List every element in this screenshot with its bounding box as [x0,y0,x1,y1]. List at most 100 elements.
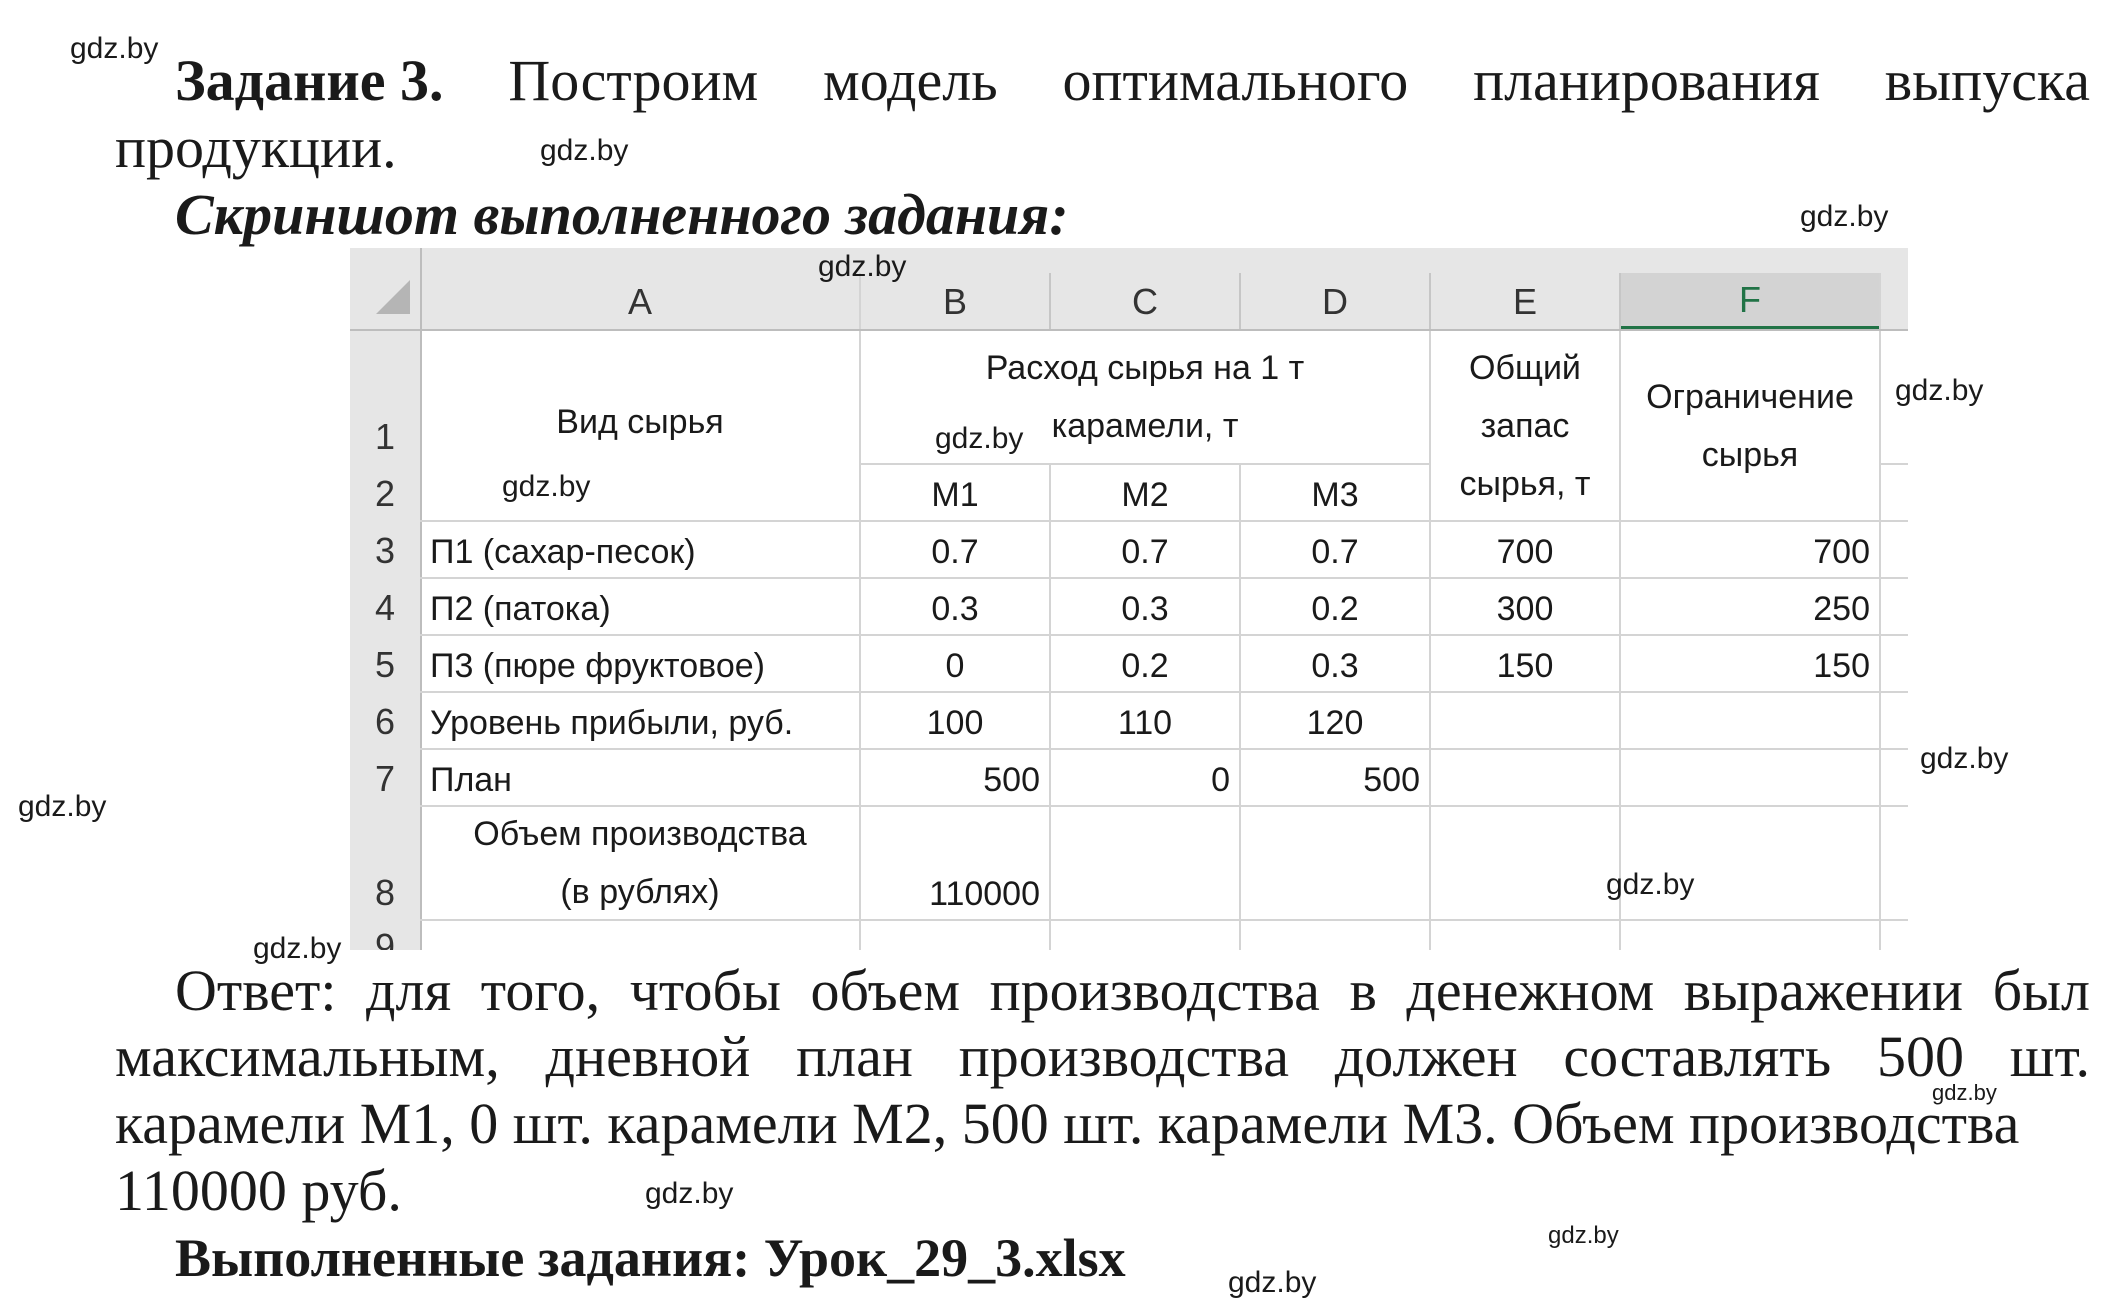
task-word: планирования [1473,48,1820,113]
cell-e6[interactable] [1430,692,1620,749]
answer-word: производства [958,1024,1289,1089]
column-header-d[interactable]: D [1240,273,1430,330]
answer-line4: 110000 руб. [115,1158,402,1223]
cell-a6[interactable]: Уровень прибыли, руб. [420,692,860,749]
cell-d7[interactable]: 500 [1240,749,1430,806]
row8-label-line1: Объем производства [473,815,807,853]
column-header-e[interactable]: E [1430,273,1620,330]
task-word: оптимального [1062,48,1409,113]
cell-b4[interactable]: 0.3 [860,578,1050,635]
cell-b2-m1[interactable]: М1 [860,464,1050,521]
row-header-5[interactable]: 5 [350,635,420,692]
answer-line1: Ответ: для того, чтобы объем производств… [175,958,2090,1024]
cell-a3[interactable]: П1 (сахар-песок) [420,521,860,578]
row-header-2[interactable]: 2 [350,464,420,521]
cell-b3[interactable]: 0.7 [860,521,1050,578]
row-header-3[interactable]: 3 [350,521,420,578]
watermark: gdz.by [1800,200,1889,233]
cell-f7[interactable] [1620,749,1880,806]
column-header-c[interactable]: C [1050,273,1240,330]
watermark: gdz.by [1548,1222,1619,1249]
header-ogr-line1: Ограничение [1646,377,1854,416]
header-ogr-line2: сырья [1701,435,1799,474]
cell-e4[interactable]: 300 [1430,578,1620,635]
cell-d6[interactable]: 120 [1240,692,1430,749]
watermark: gdz.by [1228,1266,1317,1299]
column-header-f[interactable]: F [1620,273,1880,330]
cell-c3[interactable]: 0.7 [1050,521,1240,578]
cell-d5[interactable]: 0.3 [1240,635,1430,692]
cell-e3[interactable]: 700 [1430,521,1620,578]
watermark: gdz.by [540,134,629,167]
header-rashod-line2: карамели, т [1051,407,1239,445]
grid-line [1429,273,1431,330]
cell-a4[interactable]: П2 (патока) [420,578,860,635]
grid-line [1880,463,1908,465]
answer-word: максимальным, [115,1024,500,1089]
watermark: gdz.by [1932,1080,1997,1105]
cell-f5[interactable]: 150 [1620,635,1880,692]
watermark: gdz.by [645,1177,734,1210]
watermark: gdz.by [1920,742,2009,775]
cell-d3[interactable]: 0.7 [1240,521,1430,578]
watermark: gdz.by [818,250,907,283]
cell-f3[interactable]: 700 [1620,521,1880,578]
column-header-filler [1880,273,1908,330]
watermark: gdz.by [935,422,1024,455]
task-word: Построим [508,48,759,113]
answer-word: план [796,1024,913,1089]
watermark: gdz.by [253,932,342,965]
answer-word: составлять [1563,1024,1832,1089]
task-title-line: Задание 3. Построим модель оптимального … [175,48,2090,114]
cell-c6[interactable]: 110 [1050,692,1240,749]
row-header-7[interactable]: 7 [350,749,420,806]
spreadsheet: A B C D E F 1 2 3 4 5 6 7 8 9 Вид сырья … [350,248,1908,950]
answer-word: Ответ: [175,958,337,1023]
cell-c4[interactable]: 0.3 [1050,578,1240,635]
header-obshiy-line2: запас [1480,406,1570,445]
cell-e1-obshiy-zapas[interactable]: Общий запас сырья, т [1430,330,1620,521]
watermark: gdz.by [502,470,591,503]
answer-line3: карамели М1, 0 шт. карамели М2, 500 шт. … [115,1091,2020,1156]
cell-b7[interactable]: 500 [860,749,1050,806]
cell-a8[interactable]: Объем производства (в рублях) [420,806,860,920]
answer-word: чтобы [629,958,781,1023]
answer-word: шт. [2009,1024,2090,1089]
row-header-8[interactable]: 8 [350,806,420,920]
cell-b8[interactable]: 110000 [860,806,1050,920]
header-obshiy-line1: Общий [1469,348,1581,387]
answer-word: производства [989,958,1320,1023]
cell-c5[interactable]: 0.2 [1050,635,1240,692]
answer-word: денежном [1406,958,1655,1023]
row-header-6[interactable]: 6 [350,692,420,749]
files-line: Выполненные задания: Урок_29_3.xlsx [175,1228,1126,1288]
watermark: gdz.by [18,790,107,823]
cell-b6[interactable]: 100 [860,692,1050,749]
answer-word: в [1349,958,1377,1023]
cell-d4[interactable]: 0.2 [1240,578,1430,635]
cell-a1-vid-syrya[interactable]: Вид сырья [420,330,860,521]
cell-f1-ogranichenie[interactable]: Ограничение сырья [1620,330,1880,521]
cell-a5[interactable]: П3 (пюре фруктовое) [420,635,860,692]
cell-a7[interactable]: План [420,749,860,806]
column-header-a[interactable]: A [420,273,860,330]
cell-e5[interactable]: 150 [1430,635,1620,692]
cell-c2-m2[interactable]: М2 [1050,464,1240,521]
cell-c7[interactable]: 0 [1050,749,1240,806]
row-header-4[interactable]: 4 [350,578,420,635]
cell-f6[interactable] [1620,692,1880,749]
cell-b5[interactable]: 0 [860,635,1050,692]
answer-word: того, [480,958,601,1023]
answer-word: дневной [545,1024,751,1089]
header-top-band [420,248,1908,273]
task-label: Задание 3. [175,48,444,113]
cell-f4[interactable]: 250 [1620,578,1880,635]
header-vid-text: Вид сырья [556,403,724,441]
task-title-line2: продукции. [115,115,397,180]
answer-word: объем [810,958,961,1023]
row-header-9[interactable]: 9 [350,920,420,950]
row-header-1[interactable]: 1 [350,330,420,464]
cell-e7[interactable] [1430,749,1620,806]
cell-d2-m3[interactable]: М3 [1240,464,1430,521]
select-all-corner[interactable] [350,248,420,330]
